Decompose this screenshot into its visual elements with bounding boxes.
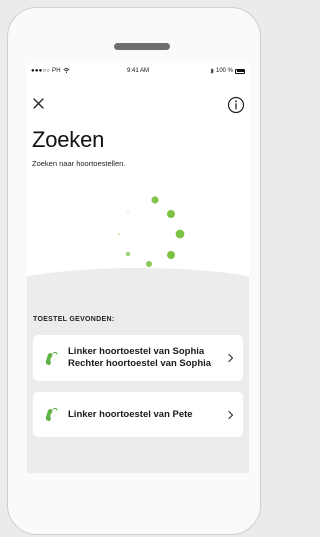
device-name: Rechter hoortoestel van Sophia <box>68 358 212 369</box>
device-card[interactable]: Linker hoortoestel van Sophia Rechter ho… <box>33 335 243 381</box>
spinner-dot <box>167 210 175 218</box>
battery-icon <box>235 68 245 74</box>
spinner-dot <box>125 251 131 257</box>
spinner-dot <box>175 229 185 239</box>
battery-percent: 100 % <box>215 68 233 74</box>
chevron-right-icon <box>228 353 234 363</box>
close-button[interactable] <box>31 96 47 112</box>
page-subtitle: Zoeken naar hoortoestellen. <box>32 159 126 168</box>
status-bar: ●●●○○ PH 9:41 AM 100 % <box>27 63 249 79</box>
hearing-aid-icon <box>45 351 58 365</box>
close-icon <box>33 98 44 109</box>
app-screen: ●●●○○ PH 9:41 AM 100 % Zoeken Zoeken naa… <box>27 63 249 473</box>
spinner-dot <box>146 261 152 267</box>
chevron-right-icon <box>228 410 234 420</box>
device-card-labels: Linker hoortoestel van Sophia Rechter ho… <box>68 346 211 370</box>
phone-speaker <box>114 43 170 50</box>
found-section-label: TOESTEL GEVONDEN: <box>33 316 115 323</box>
info-button[interactable] <box>227 96 245 114</box>
device-card-labels: Linker hoortoestel van Pete <box>68 409 193 421</box>
device-name: Linker hoortoestel van Sophia <box>68 346 205 357</box>
device-card[interactable]: Linker hoortoestel van Pete <box>33 392 243 437</box>
spinner-dot <box>151 196 159 204</box>
phone-frame: ●●●○○ PH 9:41 AM 100 % Zoeken Zoeken naa… <box>7 7 261 535</box>
status-right: 100 % <box>210 68 245 74</box>
spinner-dot <box>167 251 175 259</box>
spinner-dot <box>118 233 120 235</box>
info-icon <box>227 96 245 114</box>
bluetooth-icon <box>210 68 214 74</box>
spinner-dot <box>127 212 129 214</box>
device-name: Linker hoortoestel van Pete <box>68 409 193 420</box>
hearing-aid-icon <box>45 407 58 421</box>
page-title: Zoeken <box>32 127 105 152</box>
